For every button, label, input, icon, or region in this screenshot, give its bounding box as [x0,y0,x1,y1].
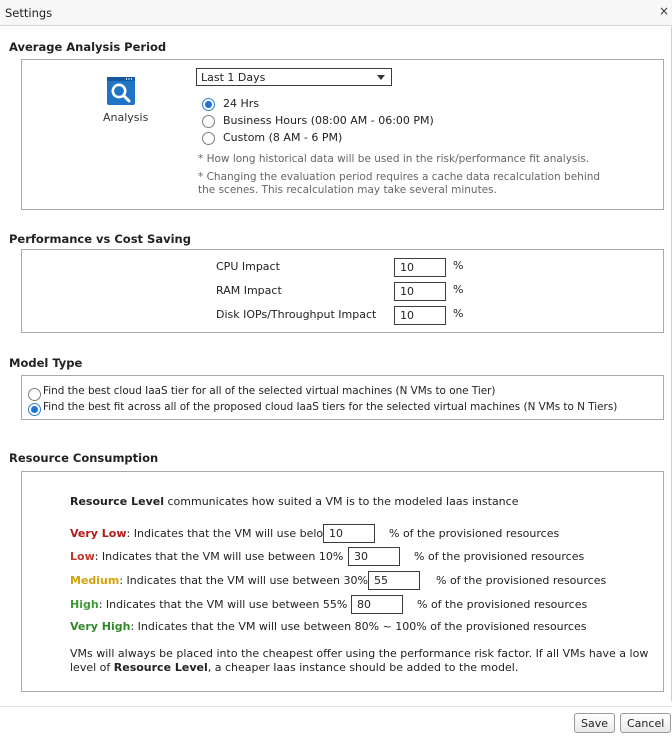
analysis-icon-label: Analysis [103,111,149,124]
radio-24-hrs[interactable] [202,98,215,111]
cancel-button[interactable]: Cancel [620,713,672,733]
very-low-text: : Indicates that the VM will use below [126,527,333,540]
dialog-titlebar: Settings × [0,0,672,26]
radio-custom[interactable] [202,132,215,145]
high-label: High [70,598,99,611]
low-line: Low: Indicates that the VM will use betw… [70,550,356,563]
radio-24-hrs-label: 24 Hrs [223,97,260,110]
period-note-recalc-line1: * Changing the evaluation period require… [198,171,601,183]
very-low-line: Very Low: Indicates that the VM will use… [70,527,332,540]
high-line: High: Indicates that the VM will use bet… [70,598,360,611]
medium-input[interactable]: 55 [368,571,420,590]
resource-level-term: Resource Level [70,495,164,508]
cpu-impact-input[interactable]: 10 [394,258,446,277]
cpu-impact-unit: % [453,259,464,272]
resource-level-intro: Resource Level communicates how suited a… [70,495,518,508]
medium-suffix: % of the provisioned resources [436,574,607,587]
very-high-line: Very High: Indicates that the VM will us… [70,620,586,633]
resource-footer-post: , a cheaper Iaas instance should be adde… [207,661,519,674]
low-text: : Indicates that the VM will use between… [94,550,357,563]
period-note-history: * How long historical data will be used … [198,153,590,165]
period-select-value: Last 1 Days [201,71,266,84]
dialog-button-bar [0,706,672,737]
very-low-label: Very Low [70,527,127,540]
analysis-icon [107,77,135,105]
very-high-text: : Indicates that the VM will use between… [130,620,587,633]
resource-footer-term: Resource Level [113,661,208,674]
section-title-resource-consumption: Resource Consumption [9,451,159,465]
disk-impact-input[interactable]: 10 [394,306,446,325]
high-suffix: % of the provisioned resources [417,598,588,611]
medium-label: Medium [70,574,120,587]
very-low-input[interactable]: 10 [323,524,375,543]
medium-text: : Indicates that the VM will use between… [119,574,381,587]
magnifier-icon [111,83,131,103]
model-type-panel [21,375,664,420]
resource-footer-line2: level of Resource Level, a cheaper Iaas … [70,661,518,674]
cpu-impact-label: CPU Impact [216,260,280,273]
close-icon[interactable]: × [659,4,669,18]
section-title-average-analysis-period: Average Analysis Period [9,40,167,54]
chevron-down-icon [377,75,385,80]
radio-business-hours[interactable] [202,115,215,128]
low-suffix: % of the provisioned resources [414,550,585,563]
save-button[interactable]: Save [574,713,616,733]
section-title-model-type: Model Type [9,356,83,370]
radio-model-one-tier-label: Find the best cloud IaaS tier for all of… [43,385,496,397]
high-text: : Indicates that the VM will use between… [98,598,360,611]
radio-model-n-tiers-label: Find the best fit across all of the prop… [43,401,618,413]
section-title-performance-vs-cost: Performance vs Cost Saving [9,232,191,246]
disk-impact-label: Disk IOPs/Throughput Impact [216,308,377,321]
very-low-suffix: % of the provisioned resources [389,527,560,540]
radio-model-one-tier[interactable] [28,388,41,401]
resource-footer-pre: level of [70,661,114,674]
high-input[interactable]: 80 [351,595,403,614]
medium-line: Medium: Indicates that the VM will use b… [70,574,381,587]
ram-impact-input[interactable]: 10 [394,282,446,301]
period-note-recalc-line2: the scenes. This recalculation may take … [198,184,497,196]
low-label: Low [70,550,95,563]
radio-custom-label: Custom (8 AM - 6 PM) [223,131,343,144]
radio-model-n-tiers[interactable] [28,403,41,416]
resource-footer-line1: VMs will always be placed into the cheap… [70,647,649,660]
dialog-title: Settings [5,6,53,20]
ram-impact-label: RAM Impact [216,284,282,297]
disk-impact-unit: % [453,307,464,320]
resource-level-intro-text: communicates how suited a VM is to the m… [163,495,519,508]
very-high-label: Very High [70,620,131,633]
radio-business-hours-label: Business Hours (08:00 AM - 06:00 PM) [223,114,434,127]
ram-impact-unit: % [453,283,464,296]
low-input[interactable]: 30 [348,547,400,566]
period-select[interactable]: Last 1 Days [196,68,392,86]
